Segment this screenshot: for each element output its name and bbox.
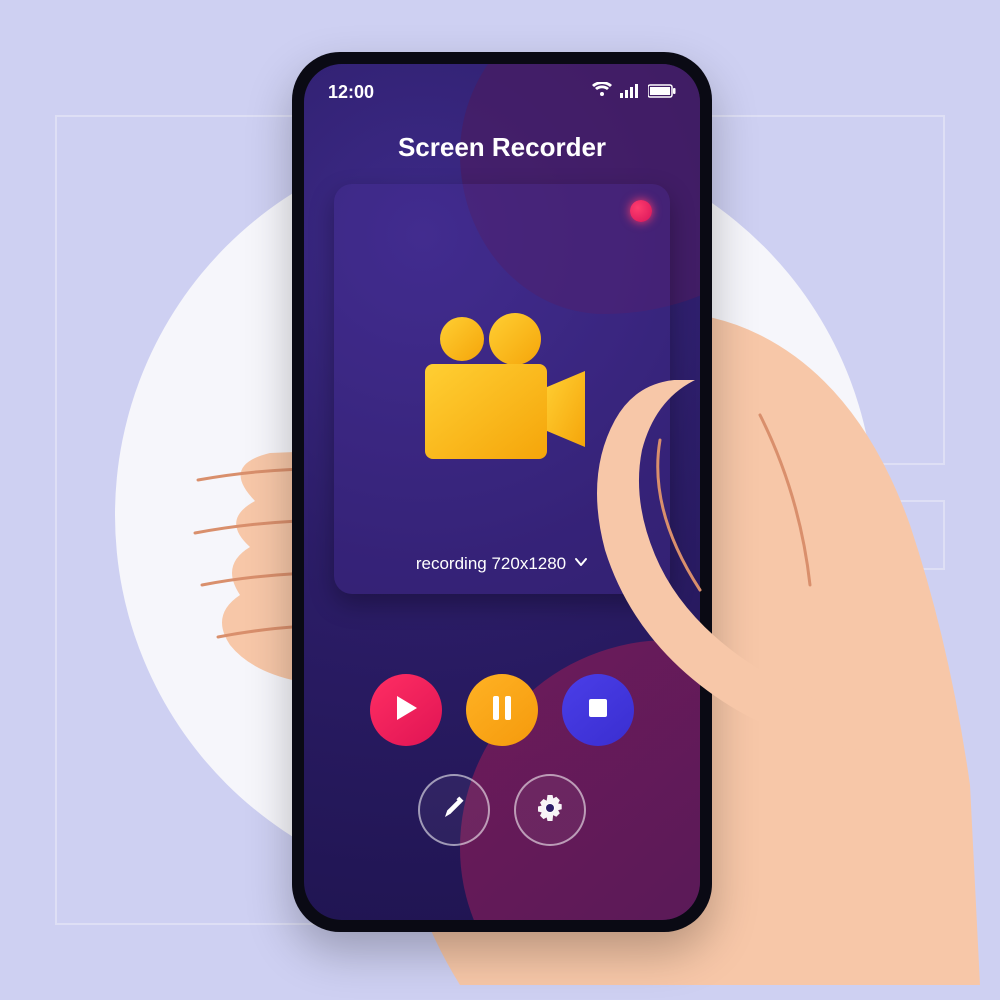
play-icon [394,695,418,726]
wifi-icon [592,82,612,103]
statusbar: 12:00 [304,82,700,103]
pause-button[interactable] [466,674,538,746]
play-button[interactable] [370,674,442,746]
hand-thumb [560,380,860,750]
resolution-label: recording 720x1280 [416,554,566,574]
record-indicator-icon [630,200,652,222]
edit-button[interactable] [418,774,490,846]
app-title: Screen Recorder [304,132,700,163]
settings-button[interactable] [514,774,586,846]
signal-icon [620,82,640,103]
battery-icon [648,82,676,103]
pause-icon [491,695,513,726]
pencil-icon [441,795,467,826]
status-time: 12:00 [328,82,374,103]
gear-icon [536,794,564,827]
